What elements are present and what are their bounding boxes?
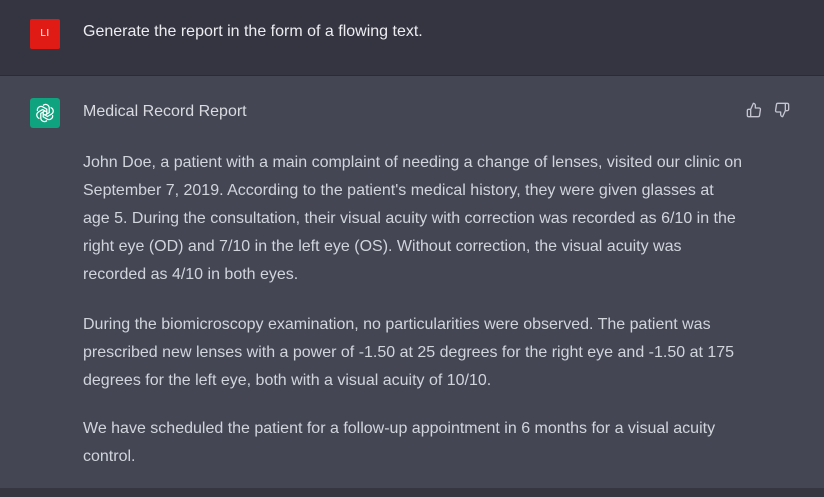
- report-title: Medical Record Report: [83, 103, 247, 120]
- report-paragraph: John Doe, a patient with a main complain…: [83, 154, 743, 283]
- user-avatar: LI: [30, 19, 60, 49]
- user-message-text: Generate the report in the form of a flo…: [83, 23, 423, 40]
- assistant-message-content: Medical Record Report John Doe, a patien…: [83, 101, 743, 471]
- openai-logo-icon: [36, 103, 54, 123]
- thumbs-down-button[interactable]: [772, 100, 792, 120]
- thumbs-up-button[interactable]: [744, 100, 764, 120]
- assistant-avatar: [30, 98, 60, 128]
- bottom-divider: [0, 488, 824, 497]
- chat-page: LI Generate the report in the form of a …: [0, 0, 824, 497]
- report-paragraph: During the biomicroscopy examination, no…: [83, 316, 735, 389]
- thumbs-up-icon: [746, 102, 762, 118]
- user-message-row: LI Generate the report in the form of a …: [0, 0, 824, 76]
- thumbs-down-icon: [774, 102, 790, 118]
- report-paragraph: We have scheduled the patient for a foll…: [83, 420, 716, 465]
